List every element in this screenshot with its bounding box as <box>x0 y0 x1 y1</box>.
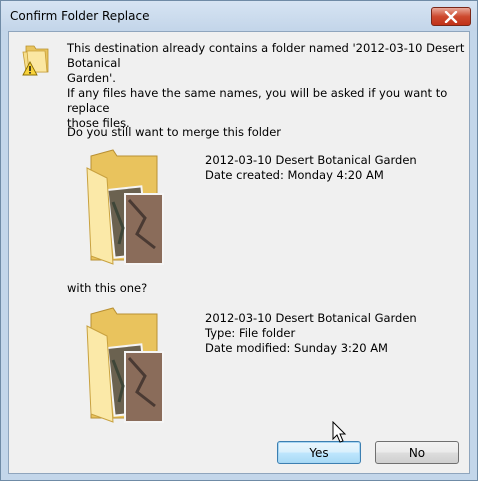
yes-button[interactable]: Yes <box>277 441 361 464</box>
close-icon <box>444 10 458 23</box>
title-bar[interactable]: Confirm Folder Replace <box>1 1 477 31</box>
source-folder-name: 2012-03-10 Desert Botanical Garden <box>205 153 417 167</box>
message-line: If any files have the same names, you wi… <box>67 86 448 115</box>
message-line: This destination already contains a fold… <box>67 41 465 70</box>
destination-folder-type: Type: File folder <box>205 326 296 340</box>
mouse-pointer-icon <box>332 421 347 443</box>
close-button[interactable] <box>431 7 471 26</box>
source-folder-date-created: Date created: Monday 4:20 AM <box>205 168 384 182</box>
destination-folder-name: 2012-03-10 Desert Botanical Garden <box>205 311 417 325</box>
warning-folder-icon <box>22 45 49 76</box>
no-button[interactable]: No <box>375 441 459 464</box>
destination-folder-date-modified: Date modified: Sunday 3:20 AM <box>205 341 388 355</box>
with-this-one-label: with this one? <box>67 281 148 295</box>
window-title: Confirm Folder Replace <box>10 9 150 23</box>
folder-with-photos-icon[interactable] <box>83 306 169 424</box>
merge-question: Do you still want to merge this folder <box>67 125 282 139</box>
dialog-body: This destination already contains a fold… <box>8 31 470 474</box>
dialog-window: Confirm Folder Replace This destination … <box>0 0 478 481</box>
folder-with-photos-icon[interactable] <box>83 148 169 266</box>
message-line: Garden'. <box>67 71 116 85</box>
